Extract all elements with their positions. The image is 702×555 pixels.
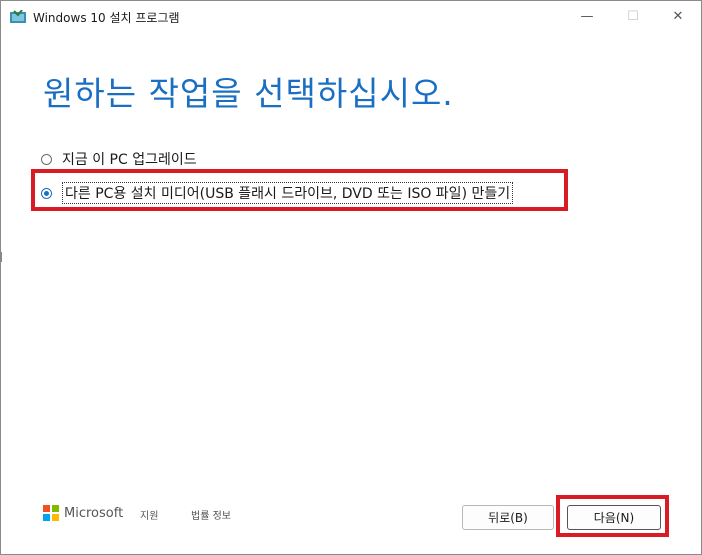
option-upgrade-label[interactable]: 지금 이 PC 업그레이드 <box>62 149 197 169</box>
window-title: Windows 10 설치 프로그램 <box>33 11 180 25</box>
option-upgrade-this-pc[interactable]: 지금 이 PC 업그레이드 <box>41 149 197 169</box>
maximize-button[interactable]: ☐ <box>611 1 655 32</box>
left-edge-marker <box>0 252 2 262</box>
minimize-button[interactable]: — <box>565 1 609 32</box>
back-button[interactable]: 뒤로(B) <box>462 505 554 530</box>
close-button[interactable]: ✕ <box>656 1 700 32</box>
microsoft-logo: Microsoft <box>43 505 123 521</box>
support-link[interactable]: 지원 <box>140 507 158 522</box>
brand-name: Microsoft <box>64 505 124 521</box>
legal-info-link[interactable]: 법률 정보 <box>191 507 231 522</box>
annotation-highlight-next <box>556 495 669 537</box>
setup-window: Windows 10 설치 프로그램 — ☐ ✕ 원하는 작업을 선택하십시오.… <box>0 0 702 555</box>
radio-upgrade[interactable] <box>41 153 52 165</box>
microsoft-logo-icon <box>43 505 59 521</box>
page-heading: 원하는 작업을 선택하십시오. <box>43 74 454 113</box>
setup-app-icon <box>10 9 26 23</box>
annotation-highlight-option <box>31 169 568 211</box>
title-bar[interactable]: Windows 10 설치 프로그램 — ☐ ✕ <box>1 1 701 32</box>
